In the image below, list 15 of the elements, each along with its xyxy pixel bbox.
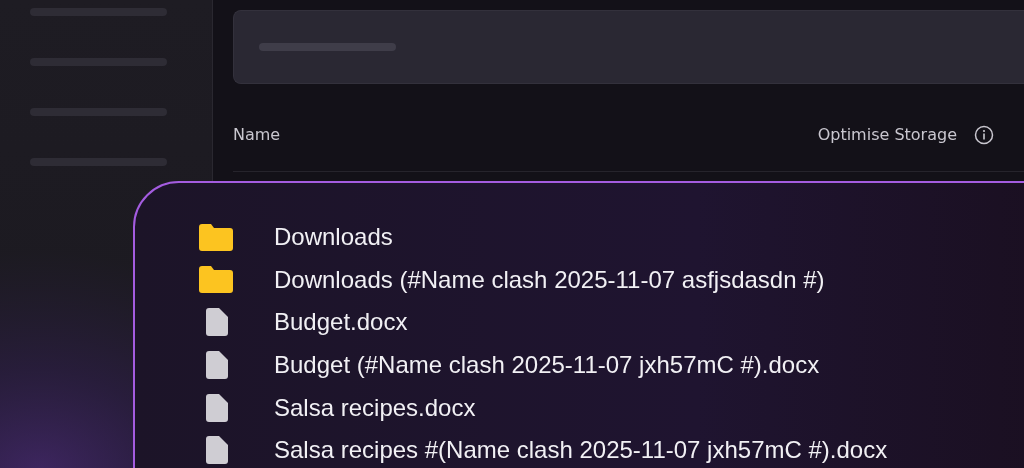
column-header: Name xyxy=(233,125,281,144)
file-name[interactable]: Budget.docx xyxy=(274,308,408,337)
info-icon[interactable] xyxy=(974,124,994,145)
file-name[interactable]: Budget (#Name clash 2025-11-07 jxh57mC #).docx xyxy=(274,351,820,380)
file-name[interactable]: Downloads (#Name clash 2025-11-07 asfjsdasdn #) xyxy=(274,265,825,294)
file-name[interactable]: Salsa recipes.docx xyxy=(274,393,476,422)
document-icon xyxy=(206,436,228,465)
file-name[interactable]: Downloads xyxy=(274,223,393,252)
column-header[interactable]: Optimise Storage xyxy=(817,125,957,144)
document-icon xyxy=(206,351,228,380)
folder-icon xyxy=(199,266,233,294)
document-icon xyxy=(206,393,228,422)
file-name[interactable]: Salsa recipes #(Name clash 2025-11-07 jxh57mC #).docx xyxy=(274,436,888,465)
folder-icon xyxy=(199,223,233,251)
document-icon xyxy=(206,308,228,337)
